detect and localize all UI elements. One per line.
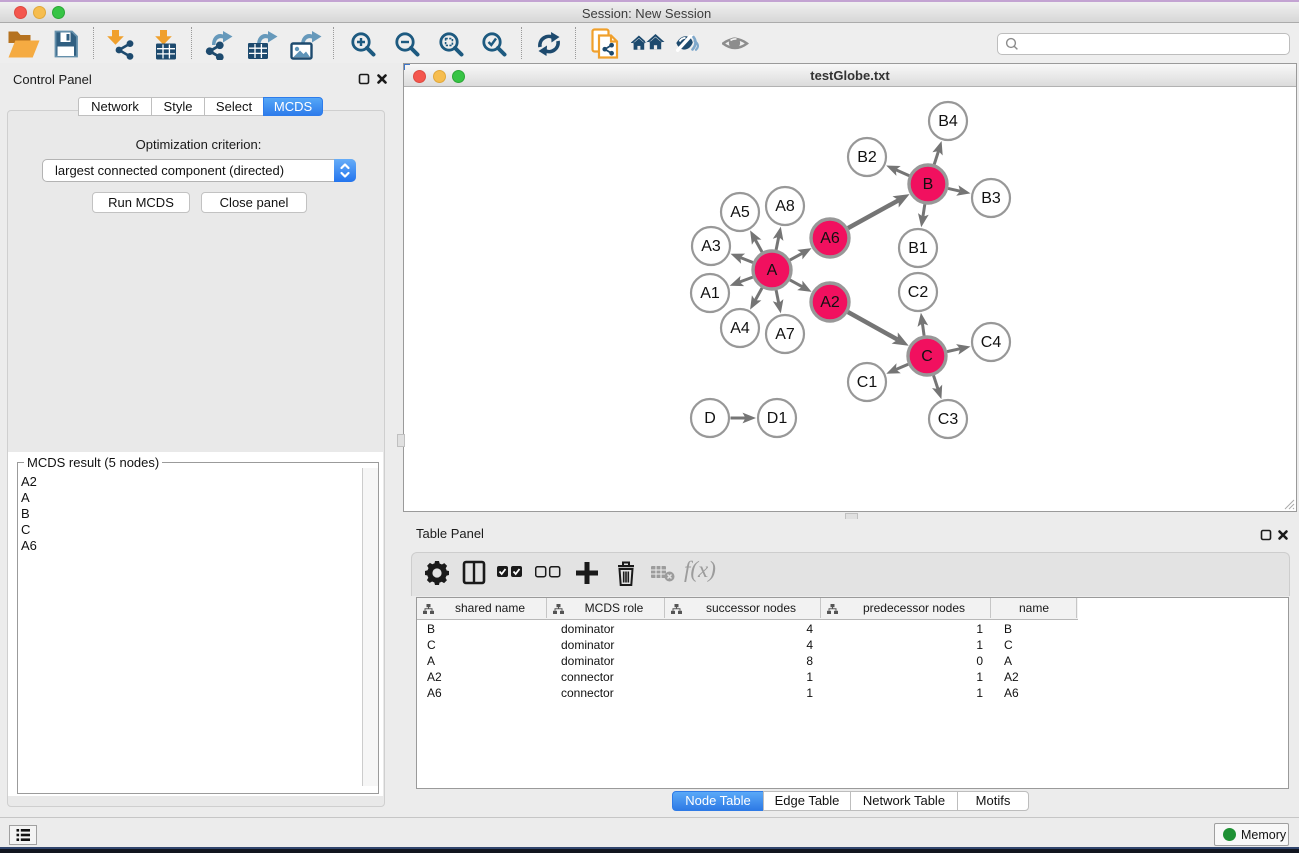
svg-text:C4: C4	[981, 334, 1002, 351]
svg-text:B3: B3	[981, 190, 1001, 207]
svg-text:A6: A6	[820, 230, 840, 247]
svg-text:A2: A2	[820, 294, 840, 311]
svg-text:C: C	[921, 348, 933, 365]
svg-text:A: A	[767, 262, 778, 279]
svg-text:C1: C1	[857, 374, 878, 391]
svg-text:A7: A7	[775, 326, 795, 343]
svg-text:D1: D1	[767, 410, 788, 427]
svg-text:B2: B2	[857, 149, 877, 166]
svg-text:B1: B1	[908, 240, 928, 257]
svg-text:B: B	[923, 176, 934, 193]
svg-text:C3: C3	[938, 411, 959, 428]
svg-text:A3: A3	[701, 238, 721, 255]
svg-text:A1: A1	[700, 285, 720, 302]
svg-text:A8: A8	[775, 198, 795, 215]
svg-text:C2: C2	[908, 284, 929, 301]
svg-text:A4: A4	[730, 320, 750, 337]
svg-text:A5: A5	[730, 204, 750, 221]
svg-text:D: D	[704, 410, 716, 427]
svg-text:B4: B4	[938, 113, 958, 130]
